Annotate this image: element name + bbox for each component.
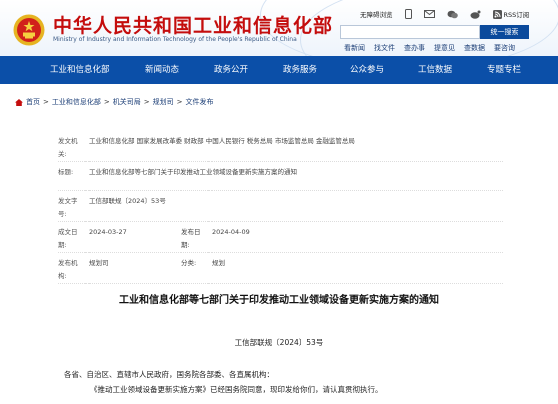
- nav-item-services[interactable]: 政务服务: [283, 56, 317, 84]
- meta-label-org: 发布机构:: [58, 252, 85, 284]
- util-label-rss: RSS订阅: [503, 11, 530, 19]
- breadcrumb-miit[interactable]: 工业和信息化部: [52, 97, 101, 107]
- site-title[interactable]: 中华人民共和国工业和信息化部: [53, 11, 333, 38]
- nav-item-participation[interactable]: 公众参与: [350, 56, 384, 84]
- site-header: 中华人民共和国工业和信息化部 Ministry of Industry and …: [0, 0, 558, 56]
- breadcrumb-separator: >: [103, 98, 110, 106]
- weibo-link[interactable]: [470, 10, 481, 19]
- breadcrumb-home[interactable]: 首页: [26, 97, 40, 107]
- breadcrumb: 首页 > 工业和信息化部 > 机关司局 > 规划司 > 文件发布: [15, 97, 214, 107]
- search-button[interactable]: 统一搜索: [480, 25, 529, 39]
- document-addressee: 各省、自治区、直辖市人民政府，国务院各部委、各直属机构：: [64, 370, 274, 379]
- home-icon: [15, 98, 23, 106]
- meta-label-issuer: 发文机关:: [58, 131, 85, 162]
- breadcrumb-separator: >: [43, 98, 49, 106]
- meta-label-title: 标题:: [58, 161, 85, 191]
- meta-value-category: 规划: [212, 252, 503, 284]
- meta-value-org: 规划司: [89, 252, 181, 284]
- document-paragraph: 《推动工业领域设备更新实施方案》已经国务院同意，现印发给你们，请认真贯彻执行。: [90, 385, 383, 394]
- meta-label-pub: 发布日期:: [181, 221, 208, 253]
- meta-value-date: 2024-03-27: [89, 221, 181, 253]
- quick-link-news[interactable]: 看新闻: [344, 43, 365, 53]
- accessibility-link[interactable]: 无障碍浏览: [360, 9, 393, 19]
- breadcrumb-departments[interactable]: 机关司局: [113, 97, 141, 107]
- nav-item-news[interactable]: 新闻动态: [145, 56, 179, 84]
- wechat-icon: [447, 10, 458, 18]
- breadcrumb-separator: >: [143, 98, 150, 106]
- nav-item-gov-affairs[interactable]: 政务公开: [214, 56, 248, 84]
- search-input[interactable]: [340, 25, 480, 39]
- weibo-icon: [470, 10, 480, 19]
- meta-row-title: 标题: 工业和信息化部等七部门关于印发推动工业领域设备更新实施方案的通知: [58, 161, 503, 191]
- meta-row-org: 发布机构: 规划司 分类: 规划: [58, 252, 503, 284]
- mail-icon: [423, 10, 435, 18]
- meta-row-issuer: 发文机关: 工业和信息化部 国家发展改革委 财政部 中国人民银行 税务总局 市场…: [58, 131, 503, 162]
- mobile-icon: [404, 9, 412, 19]
- quick-link-feedback[interactable]: 提意见: [434, 43, 455, 53]
- quick-link-data[interactable]: 查数据: [464, 43, 485, 53]
- meta-value-title: 工业和信息化部等七部门关于印发推动工业领域设备更新实施方案的通知: [89, 161, 503, 191]
- meta-value-number: 工信部联规〔2024〕53号: [89, 190, 503, 222]
- meta-row-dates: 成文日期: 2024-03-27 发布日期: 2024-04-09: [58, 221, 503, 253]
- meta-value-pub: 2024-04-09: [212, 221, 503, 253]
- nav-item-miit[interactable]: 工业和信息化部: [50, 56, 110, 84]
- meta-label-category: 分类:: [181, 252, 208, 284]
- mail-link[interactable]: [423, 10, 435, 18]
- meta-value-issuer: 工业和信息化部 国家发展改革委 财政部 中国人民银行 税务总局 市场监管总局 金…: [89, 131, 503, 162]
- document-number: 工信部联规〔2024〕53号: [234, 338, 324, 347]
- meta-row-number: 发文字号: 工信部联规〔2024〕53号: [58, 190, 503, 222]
- quick-links: 看新闻 找文件 查办事 提意见 查数据 要咨询: [344, 43, 524, 53]
- document-title: 工业和信息化部等七部门关于印发推动工业领域设备更新实施方案的通知: [119, 295, 439, 306]
- site-subtitle: Ministry of Industry and Information Tec…: [53, 36, 297, 43]
- meta-label-number: 发文字号:: [58, 190, 85, 222]
- quick-link-consult[interactable]: 要咨询: [494, 43, 515, 53]
- utility-bar: 无障碍浏览 RSS订阅: [360, 8, 541, 20]
- mobile-link[interactable]: [404, 9, 412, 19]
- rss-icon: [492, 9, 502, 19]
- meta-label-date: 成文日期:: [58, 221, 85, 253]
- nav-item-topics[interactable]: 专题专栏: [487, 56, 521, 84]
- breadcrumb-publications[interactable]: 文件发布: [186, 97, 214, 107]
- wechat-link[interactable]: [447, 10, 458, 19]
- quick-link-services[interactable]: 查办事: [404, 43, 425, 53]
- util-label-accessibility: 无障碍浏览: [360, 11, 393, 19]
- rss-link[interactable]: RSS订阅: [492, 9, 530, 19]
- national-emblem-icon[interactable]: [13, 14, 45, 46]
- nav-item-data[interactable]: 工信数据: [418, 56, 452, 84]
- breadcrumb-planning[interactable]: 规划司: [153, 97, 174, 107]
- quick-link-files[interactable]: 找文件: [374, 43, 395, 53]
- document-metadata-table: 发文机关: 工业和信息化部 国家发展改革委 财政部 中国人民银行 税务总局 市场…: [58, 131, 503, 284]
- main-nav: 工业和信息化部 新闻动态 政务公开 政务服务 公众参与 工信数据 专题专栏: [0, 56, 558, 84]
- breadcrumb-separator: >: [176, 98, 183, 106]
